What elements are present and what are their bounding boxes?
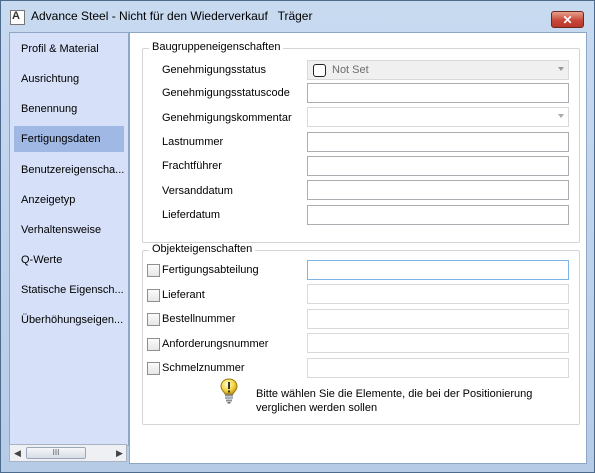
ship-date-field[interactable]	[307, 180, 569, 200]
bestellnummer-label: Bestellnummer	[162, 313, 236, 325]
scroll-left-icon[interactable]: ◀	[14, 448, 21, 459]
approval-status-code-field[interactable]	[307, 83, 569, 103]
group-title: Objekteigenschaften	[149, 243, 256, 255]
chevron-down-icon[interactable]	[558, 114, 564, 118]
lightbulb-icon	[220, 378, 238, 404]
approval-status-label: Genehmigungsstatus	[162, 64, 266, 76]
schmelznummer-field[interactable]	[307, 358, 569, 378]
anforderungsnummer-field[interactable]	[307, 333, 569, 353]
anforderungsnummer-label: Anforderungsnummer	[162, 338, 269, 350]
sidebar-item-ausrichtung[interactable]: Ausrichtung	[10, 66, 128, 92]
carrier-label: Frachtführer	[162, 160, 222, 172]
color-swatch-icon	[313, 64, 326, 77]
sidebar: Profil & Material Ausrichtung Benennung …	[9, 32, 129, 446]
group-title: Baugruppeneigenschaften	[149, 41, 284, 53]
approval-status-value: Not Set	[332, 64, 369, 76]
schmelznummer-label: Schmelznummer	[162, 362, 245, 374]
sidebar-item-profil-material[interactable]: Profil & Material	[10, 36, 128, 62]
lieferant-checkbox[interactable]	[147, 289, 160, 302]
approval-status-combo[interactable]: Not Set	[307, 60, 569, 80]
window-title: Advance Steel - Nicht für den Wiederverk…	[31, 9, 313, 23]
fertigungsabteilung-label: Fertigungsabteilung	[162, 264, 259, 276]
fertigungsabteilung-field[interactable]	[307, 260, 569, 280]
load-number-label: Lastnummer	[162, 136, 224, 148]
schmelznummer-checkbox[interactable]	[147, 362, 160, 375]
sidebar-item-benennung[interactable]: Benennung	[10, 96, 128, 122]
sidebar-item-statische-eigenschaften[interactable]: Statische Eigensch...	[10, 277, 128, 303]
delivery-date-field[interactable]	[307, 205, 569, 225]
fertigungsabteilung-checkbox[interactable]	[147, 264, 160, 277]
ship-date-label: Versanddatum	[162, 185, 233, 197]
carrier-field[interactable]	[307, 156, 569, 176]
dialog-window: A Advance Steel - Nicht für den Wiederve…	[0, 0, 595, 473]
chevron-down-icon[interactable]	[558, 67, 564, 71]
load-number-field[interactable]	[307, 132, 569, 152]
bestellnummer-checkbox[interactable]	[147, 313, 160, 326]
sidebar-item-fertigungsdaten[interactable]: Fertigungsdaten	[14, 126, 124, 152]
lieferant-field[interactable]	[307, 284, 569, 304]
lieferant-label: Lieferant	[162, 289, 205, 301]
sidebar-item-anzeigetyp[interactable]: Anzeigetyp	[10, 187, 128, 213]
approval-comment-label: Genehmigungskommentar	[162, 112, 292, 124]
sidebar-item-ueberhoehungseigenschaften[interactable]: Überhöhungseigen...	[10, 307, 128, 333]
approval-status-code-label: Genehmigungsstatuscode	[162, 87, 290, 99]
delivery-date-label: Lieferdatum	[162, 209, 221, 221]
scroll-right-icon[interactable]: ▶	[116, 448, 123, 459]
sidebar-item-verhaltensweise[interactable]: Verhaltensweise	[10, 217, 128, 243]
sidebar-scrollbar[interactable]: ◀ III ▶	[9, 444, 127, 462]
anforderungsnummer-checkbox[interactable]	[147, 338, 160, 351]
hint-text: Bitte wählen Sie die Elemente, die bei d…	[256, 388, 533, 414]
sidebar-item-q-werte[interactable]: Q-Werte	[10, 247, 128, 273]
app-icon: A	[10, 10, 25, 25]
scroll-thumb[interactable]: III	[26, 447, 86, 459]
approval-comment-combo[interactable]	[307, 107, 569, 127]
sidebar-item-benutzereigenschaften[interactable]: Benutzereigenscha...	[10, 157, 128, 183]
title-bar[interactable]: A Advance Steel - Nicht für den Wiederve…	[1, 1, 594, 31]
bestellnummer-field[interactable]	[307, 309, 569, 329]
close-button[interactable]: ✕	[551, 11, 584, 28]
